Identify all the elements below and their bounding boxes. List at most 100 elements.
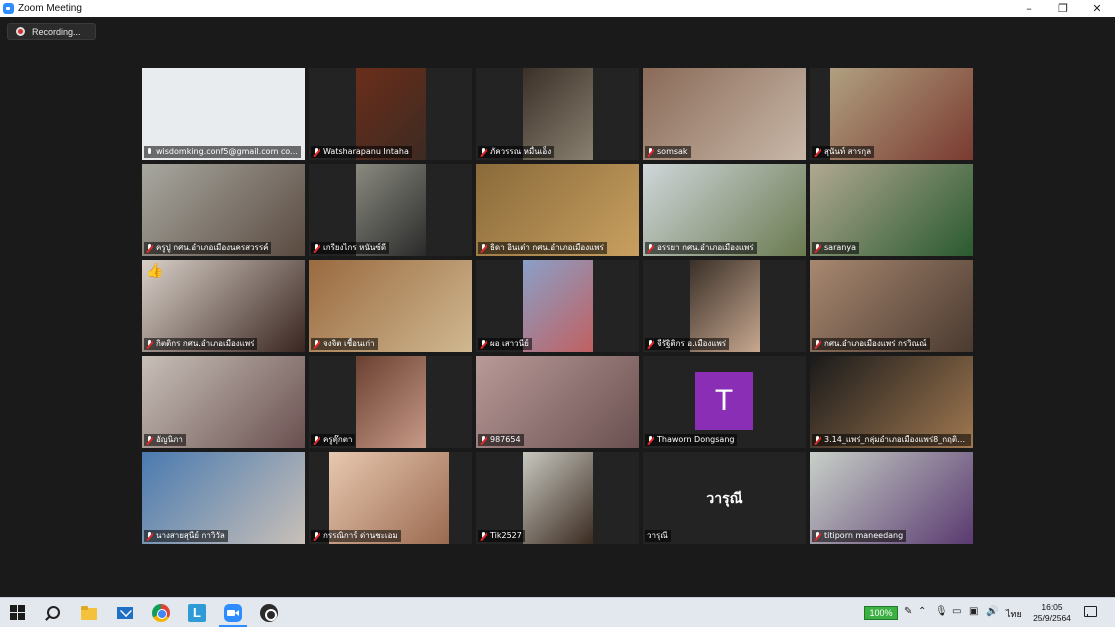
- participant-name-tag: สุนันท์ สารกุล: [812, 146, 875, 158]
- participant-name: Thaworn Dongsang: [657, 435, 735, 444]
- line-icon[interactable]: L: [188, 604, 206, 622]
- participant-name-tag: ภัควรรณ หมื่นเอ็ง: [478, 146, 555, 158]
- participant-tile[interactable]: กศน.อำเภอเมืองแพร่ กรวิณณ์: [810, 260, 973, 352]
- file-explorer-icon[interactable]: [80, 604, 98, 622]
- participant-name: 987654: [490, 435, 521, 444]
- participant-tile[interactable]: Watsharapanu Intaha: [309, 68, 472, 160]
- zoom-app-icon: [3, 3, 14, 14]
- participant-tile[interactable]: saranya: [810, 164, 973, 256]
- muted-microphone-icon: [313, 339, 320, 349]
- muted-microphone-icon: [313, 147, 320, 157]
- windows-taskbar: L 100% ✎ ⌃ 🎙 ▭ ▣ 🔊 ไทย 16:05 25/9/2564: [0, 597, 1115, 627]
- recording-label: Recording...: [32, 26, 81, 37]
- participant-name-tag: อัญนิภา: [144, 434, 186, 446]
- participant-name: วารุณี: [647, 531, 668, 540]
- thumbs-up-reaction-icon: 👍: [146, 263, 164, 279]
- muted-microphone-icon: [814, 243, 821, 253]
- participant-tile[interactable]: ภัควรรณ หมื่นเอ็ง: [476, 68, 639, 160]
- participant-name-tag: 3.14_แพร่_กลุ่มอำเภอเมืองแพร่8_กฤติกา ..…: [812, 434, 971, 446]
- minimize-button[interactable]: –: [1012, 0, 1046, 17]
- participant-tile[interactable]: ธิดา อินเต๋า กศน.อำเภอเมืองแพร่: [476, 164, 639, 256]
- participant-name: เกรียงไกร หนันซ์ดี: [323, 243, 387, 252]
- muted-microphone-icon: [814, 339, 821, 349]
- participant-name-tag: ผอ เสาวนีย์: [478, 338, 532, 350]
- muted-microphone-icon: [814, 531, 821, 541]
- participant-name: wisdomking.conf5@gmail.com co...: [156, 147, 298, 156]
- battery-icon[interactable]: ▭: [952, 606, 961, 617]
- participant-name-tag: Watsharapanu Intaha: [311, 146, 412, 158]
- pen-icon[interactable]: ✎: [904, 606, 912, 617]
- participant-tile[interactable]: 3.14_แพร่_กลุ่มอำเภอเมืองแพร่8_กฤติกา ..…: [810, 356, 973, 448]
- muted-microphone-icon: [647, 339, 654, 349]
- chevron-up-icon[interactable]: ⌃: [918, 606, 926, 617]
- participant-tile[interactable]: somsak: [643, 68, 806, 160]
- muted-microphone-icon: [313, 243, 320, 253]
- maximize-button[interactable]: ❐: [1046, 0, 1080, 17]
- participant-tile[interactable]: สุนันท์ สารกุล: [810, 68, 973, 160]
- chrome-icon[interactable]: [152, 604, 170, 622]
- participant-tile[interactable]: เกรียงไกร หนันซ์ดี: [309, 164, 472, 256]
- participant-name: กรรณิการ์ ด่านชะเอม: [323, 531, 398, 540]
- zoom-icon[interactable]: [224, 604, 242, 622]
- participant-name-tag: กิตติกร กศน.อำเภอเมืองแพร่: [144, 338, 258, 350]
- microphone-icon[interactable]: 🎙: [935, 606, 948, 617]
- network-icon[interactable]: ▣: [969, 606, 978, 617]
- muted-microphone-icon: [814, 147, 821, 157]
- participant-tile[interactable]: titiporn maneedang: [810, 452, 973, 544]
- participant-name: สุนันท์ สารกุล: [824, 147, 872, 156]
- clock-time: 16:05: [1041, 602, 1063, 612]
- participant-tile[interactable]: กรรณิการ์ ด่านชะเอม: [309, 452, 472, 544]
- muted-microphone-icon: [480, 531, 487, 541]
- mail-icon[interactable]: [116, 604, 134, 622]
- participant-tile[interactable]: อรรยา กศน.อำเภอเมืองแพร่: [643, 164, 806, 256]
- windows-start-icon[interactable]: [9, 604, 27, 622]
- recording-indicator[interactable]: Recording...: [7, 23, 96, 40]
- search-icon[interactable]: [44, 604, 62, 622]
- participant-name: อัญนิภา: [156, 435, 183, 444]
- meeting-stage: Recording... wisdomking.conf5@gmail.com …: [0, 17, 1115, 597]
- notification-icon[interactable]: [1084, 606, 1097, 617]
- participant-name-tag: ครูปู กศน.อำเภอเมืองนครสวรรค์: [144, 242, 272, 254]
- participant-tile[interactable]: นางสายสุนีย์ กาวิวัล: [142, 452, 305, 544]
- participant-tile[interactable]: wisdomking.conf5@gmail.com co...: [142, 68, 305, 160]
- muted-microphone-icon: [313, 435, 320, 445]
- window-title-bar[interactable]: Zoom Meeting – ❐ ✕: [0, 0, 1115, 17]
- participant-tile[interactable]: Tik2527: [476, 452, 639, 544]
- participant-name-tag: titiporn maneedang: [812, 530, 907, 542]
- participant-name: กศน.อำเภอเมืองแพร่ กรวิณณ์: [824, 339, 927, 348]
- muted-microphone-icon: [480, 147, 487, 157]
- participant-tile[interactable]: ครูปู กศน.อำเภอเมืองนครสวรรค์: [142, 164, 305, 256]
- participant-name-tag: กศน.อำเภอเมืองแพร่ กรวิณณ์: [812, 338, 930, 350]
- participant-name: ภัควรรณ หมื่นเอ็ง: [490, 147, 552, 156]
- participant-name: จงจิต เชื้อนเก่า: [323, 339, 375, 348]
- muted-microphone-icon: [146, 531, 153, 541]
- battery-indicator[interactable]: 100%: [864, 606, 898, 620]
- participant-tile[interactable]: จงจิต เชื้อนเก่า: [309, 260, 472, 352]
- muted-microphone-icon: [146, 435, 153, 445]
- participant-tile[interactable]: อัญนิภา: [142, 356, 305, 448]
- participant-tile[interactable]: 987654: [476, 356, 639, 448]
- volume-icon[interactable]: 🔊: [986, 606, 998, 617]
- participant-tile[interactable]: ผอ เสาวนีย์: [476, 260, 639, 352]
- participant-name: Tik2527: [490, 531, 522, 540]
- muted-microphone-icon: [480, 339, 487, 349]
- participant-video: [356, 356, 426, 448]
- participant-name: titiporn maneedang: [824, 531, 904, 540]
- muted-microphone-icon: [480, 435, 487, 445]
- participant-tile[interactable]: ครูตุ๊กตา: [309, 356, 472, 448]
- clock[interactable]: 16:05 25/9/2564: [1030, 602, 1074, 624]
- muted-microphone-icon: [647, 243, 654, 253]
- record-icon: [16, 27, 25, 36]
- language-indicator[interactable]: ไทย: [1006, 607, 1022, 621]
- obs-icon[interactable]: [260, 604, 278, 622]
- participant-tile[interactable]: จีรัฐิติกร อ.เมืองแพร่: [643, 260, 806, 352]
- participant-tile[interactable]: 👍 กิตติกร กศน.อำเภอเมืองแพร่: [142, 260, 305, 352]
- participant-name-tag: เกรียงไกร หนันซ์ดี: [311, 242, 390, 254]
- participant-name: นางสายสุนีย์ กาวิวัล: [156, 531, 225, 540]
- participant-name-tag: somsak: [645, 146, 691, 158]
- participant-name-tag: wisdomking.conf5@gmail.com co...: [144, 146, 301, 158]
- close-button[interactable]: ✕: [1080, 0, 1114, 17]
- participant-tile[interactable]: วารุณี วารุณี: [643, 452, 806, 544]
- participant-tile[interactable]: T Thaworn Dongsang: [643, 356, 806, 448]
- participant-name-tag: วารุณี: [645, 530, 671, 542]
